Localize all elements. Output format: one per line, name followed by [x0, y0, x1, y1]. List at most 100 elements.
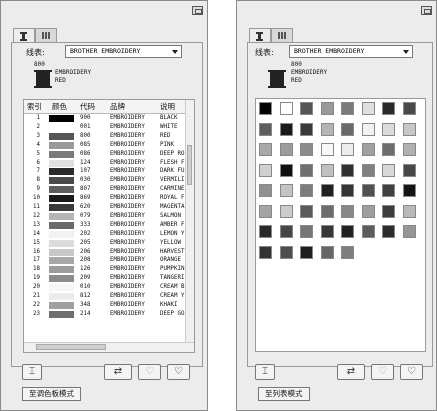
table-row[interactable]: 8 030 EMBROIDERY VERMILI — [24, 176, 188, 185]
tab-thread-list[interactable] — [249, 28, 271, 43]
palette-swatch[interactable] — [402, 184, 416, 197]
palette-swatch[interactable] — [361, 184, 375, 197]
column-header-index[interactable]: 索引 — [27, 101, 42, 112]
column-header-brand[interactable]: 品牌 — [110, 101, 125, 112]
palette-swatch[interactable] — [341, 184, 354, 197]
palette-swatch[interactable] — [279, 184, 293, 197]
palette-swatch[interactable] — [279, 143, 293, 156]
palette-swatch[interactable] — [300, 143, 313, 156]
palette-swatch[interactable] — [320, 122, 334, 136]
favorite-button[interactable]: ♡ — [138, 364, 161, 380]
table-row[interactable]: 21 812 EMBROIDERY CREAM Y — [24, 292, 188, 301]
tab-thread-list[interactable] — [13, 28, 35, 43]
palette-swatch[interactable] — [341, 143, 354, 156]
table-row[interactable]: 1 900 EMBROIDERY BLACK — [24, 114, 188, 123]
spool-button[interactable]: ⌶ — [22, 364, 42, 380]
thread-chart-select[interactable]: BROTHER EMBROIDERY — [65, 45, 182, 58]
palette-swatch[interactable] — [402, 204, 416, 218]
palette-swatch[interactable] — [341, 102, 354, 115]
swap-threads-button[interactable]: ⇄ — [337, 364, 365, 380]
table-row[interactable]: 2 001 EMBROIDERY WHITE — [24, 123, 188, 132]
table-row[interactable]: 7 107 EMBROIDERY DARK FU — [24, 167, 188, 176]
palette-swatch[interactable] — [382, 143, 395, 156]
palette-swatch[interactable] — [341, 122, 354, 136]
table-row[interactable]: 10 869 EMBROIDERY ROYAL F — [24, 194, 188, 203]
vertical-scroll-thumb[interactable] — [187, 145, 192, 185]
table-row[interactable]: 23 214 EMBROIDERY DEEP GO — [24, 310, 188, 319]
palette-swatch[interactable] — [320, 245, 334, 259]
palette-swatch[interactable] — [341, 245, 354, 259]
thread-table[interactable]: 索引 颜色 代码 品牌 说明 1 900 EMBROIDERY BLACK 2 001 EM… — [23, 99, 195, 353]
column-header-code[interactable]: 代码 — [80, 101, 95, 112]
table-row[interactable]: 3 800 EMBROIDERY RED — [24, 132, 188, 141]
palette-swatch[interactable] — [341, 204, 354, 218]
palette-swatch[interactable] — [300, 245, 313, 259]
palette-swatch[interactable] — [320, 143, 334, 156]
palette-swatch[interactable] — [300, 204, 313, 218]
table-row[interactable]: 4 085 EMBROIDERY PINK — [24, 141, 188, 150]
palette-swatch[interactable] — [279, 204, 293, 218]
table-row[interactable]: 5 086 EMBROIDERY DEEP RO — [24, 150, 188, 159]
palette-swatch[interactable] — [300, 102, 313, 115]
palette-swatch[interactable] — [259, 102, 272, 115]
tab-palette[interactable] — [271, 28, 293, 42]
palette-swatch[interactable] — [361, 163, 375, 177]
palette-swatch[interactable] — [279, 163, 293, 177]
palette-swatch[interactable] — [361, 225, 375, 238]
palette-swatch[interactable] — [341, 163, 354, 177]
tab-palette[interactable] — [35, 28, 57, 42]
palette-swatch[interactable] — [300, 225, 313, 238]
table-row[interactable]: 16 206 EMBROIDERY HARVEST — [24, 248, 188, 257]
palette-swatch[interactable] — [259, 204, 272, 218]
palette-swatch[interactable] — [382, 122, 395, 136]
palette-swatch[interactable] — [382, 102, 395, 115]
table-row[interactable]: 17 208 EMBROIDERY ORANGE — [24, 256, 188, 265]
palette-swatch[interactable] — [402, 102, 416, 115]
palette-swatch[interactable] — [279, 225, 293, 238]
column-header-color[interactable]: 颜色 — [52, 101, 67, 112]
palette-swatch[interactable] — [259, 245, 272, 259]
swap-threads-button[interactable]: ⇄ — [104, 364, 132, 380]
table-row[interactable]: 6 124 EMBROIDERY FLESH F — [24, 159, 188, 168]
table-row[interactable]: 22 348 EMBROIDERY KHAKI — [24, 301, 188, 310]
palette-swatch[interactable] — [361, 204, 375, 218]
to-palette-mode-button[interactable]: 至调色板模式 — [22, 387, 81, 401]
table-row[interactable]: 9 807 EMBROIDERY CARMINE — [24, 185, 188, 194]
palette-swatch[interactable] — [382, 163, 395, 177]
panel-options-icon[interactable] — [192, 6, 203, 15]
spool-button[interactable]: ⌶ — [255, 364, 275, 380]
thread-chart-select[interactable]: BROTHER EMBROIDERY — [289, 45, 413, 58]
palette-swatch[interactable] — [259, 184, 272, 197]
table-row[interactable]: 14 202 EMBROIDERY LEMON Y — [24, 230, 188, 239]
palette-swatch[interactable] — [320, 225, 334, 238]
palette-swatch[interactable] — [320, 184, 334, 197]
palette-swatch[interactable] — [320, 102, 334, 115]
table-row[interactable]: 11 620 EMBROIDERY MAGENTA — [24, 203, 188, 212]
palette-swatch[interactable] — [300, 122, 313, 136]
palette-swatch[interactable] — [320, 204, 334, 218]
palette-swatch[interactable] — [402, 163, 416, 177]
palette-swatch[interactable] — [382, 225, 395, 238]
palette-swatch[interactable] — [279, 122, 293, 136]
palette-swatch[interactable] — [300, 184, 313, 197]
favorite-button[interactable]: ♡ — [371, 364, 394, 380]
palette-swatch[interactable] — [300, 163, 313, 177]
palette-swatch[interactable] — [259, 143, 272, 156]
palette-swatch[interactable] — [279, 245, 293, 259]
palette-swatch[interactable] — [361, 102, 375, 115]
panel-options-icon[interactable] — [421, 6, 432, 15]
palette-swatch[interactable] — [320, 163, 334, 177]
palette-swatch[interactable] — [402, 122, 416, 136]
table-row[interactable]: 13 333 EMBROIDERY AMBER F — [24, 221, 188, 230]
table-row[interactable]: 20 010 EMBROIDERY CREAM B — [24, 283, 188, 292]
palette-swatch[interactable] — [341, 225, 354, 238]
palette-swatch[interactable] — [402, 225, 416, 238]
palette-swatch[interactable] — [361, 122, 375, 136]
vertical-scrollbar[interactable] — [185, 100, 194, 344]
table-row[interactable]: 12 079 EMBROIDERY SALMON — [24, 212, 188, 221]
table-row[interactable]: 19 209 EMBROIDERY TANGERI — [24, 274, 188, 283]
to-list-mode-button[interactable]: 至列表模式 — [258, 387, 310, 401]
horizontal-scroll-thumb[interactable] — [36, 344, 106, 350]
palette-swatch[interactable] — [259, 225, 272, 238]
custom-thread-button[interactable]: ♡ — [167, 364, 190, 380]
